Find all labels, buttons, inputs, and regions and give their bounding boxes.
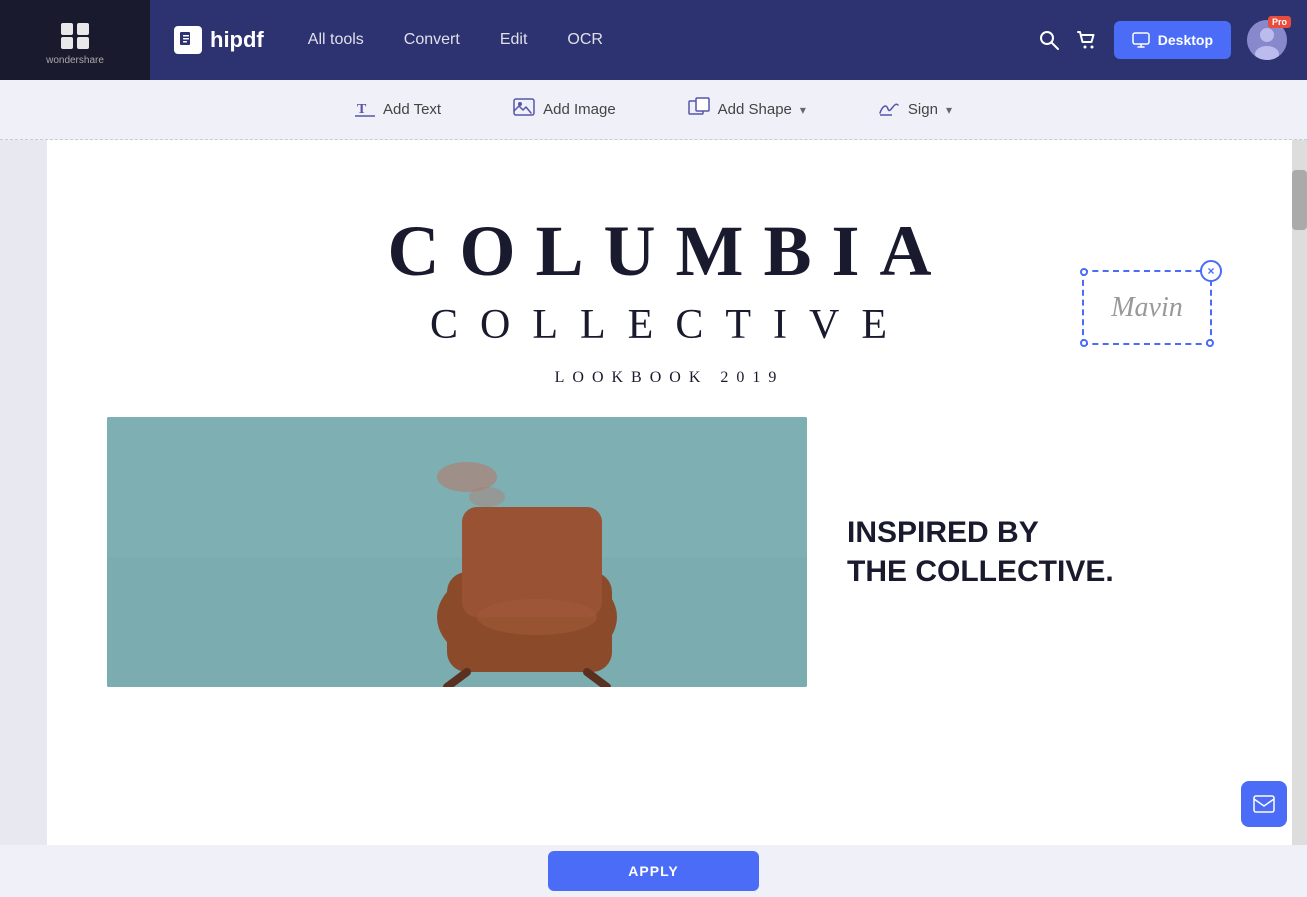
- nav-ocr[interactable]: OCR: [567, 31, 603, 49]
- svg-text:T: T: [357, 102, 367, 117]
- nav-edit[interactable]: Edit: [500, 31, 528, 49]
- cart-icon: [1076, 29, 1098, 51]
- hipdf-brand: hipdf: [150, 26, 288, 54]
- wondershare-logo[interactable]: wondershare: [0, 0, 150, 80]
- apply-button[interactable]: APPLY: [548, 851, 758, 891]
- shape-icon: [688, 97, 710, 122]
- scrollbar[interactable]: [1292, 140, 1307, 845]
- email-float-button[interactable]: [1241, 781, 1287, 827]
- email-icon: [1253, 795, 1275, 813]
- main-area: COLUMBIA COLLECTIVE LOOKBOOK 2019: [0, 140, 1307, 845]
- add-image-label: Add Image: [543, 101, 616, 118]
- desktop-label: Desktop: [1158, 32, 1213, 48]
- nav-all-tools[interactable]: All tools: [308, 31, 364, 49]
- inspired-heading: INSPIRED BY THE COLLECTIVE.: [847, 513, 1192, 591]
- pdf-content: COLUMBIA COLLECTIVE LOOKBOOK 2019: [47, 140, 1292, 727]
- scrollbar-thumb[interactable]: [1292, 170, 1307, 230]
- top-nav: wondershare hipdf All tools Convert Edit…: [0, 0, 1307, 80]
- add-image-button[interactable]: Add Image: [501, 89, 628, 130]
- hipdf-icon: [174, 26, 202, 54]
- resize-handle-tl[interactable]: [1080, 268, 1088, 276]
- add-shape-label: Add Shape: [718, 101, 792, 118]
- image-icon: [513, 97, 535, 122]
- monitor-icon: [1132, 31, 1150, 49]
- product-photo: [107, 417, 807, 687]
- desktop-button[interactable]: Desktop: [1114, 21, 1231, 59]
- signature-box[interactable]: × Mavin: [1082, 270, 1212, 345]
- sign-button[interactable]: Sign ▾: [866, 89, 964, 130]
- nav-actions: Desktop Pro: [1038, 20, 1307, 60]
- add-shape-button[interactable]: Add Shape ▾: [676, 89, 818, 130]
- pro-badge: Pro: [1268, 16, 1291, 28]
- ws-logo-icon: [57, 15, 93, 51]
- pdf-canvas: COLUMBIA COLLECTIVE LOOKBOOK 2019: [47, 140, 1292, 845]
- user-avatar-wrap[interactable]: Pro: [1247, 20, 1287, 60]
- add-shape-chevron: ▾: [800, 103, 806, 117]
- left-margin: [0, 140, 47, 845]
- resize-handle-br[interactable]: [1206, 339, 1214, 347]
- signature-text: Mavin: [1111, 292, 1183, 324]
- photo-section: INSPIRED BY THE COLLECTIVE.: [107, 417, 1232, 687]
- toolbar: T Add Text Add Image Add Shape ▾: [0, 80, 1307, 140]
- resize-handle-bl[interactable]: [1080, 339, 1088, 347]
- sign-label: Sign: [908, 101, 938, 118]
- sign-chevron: ▾: [946, 103, 952, 117]
- pdf-title-collective: COLLECTIVE: [107, 301, 1232, 349]
- search-button[interactable]: [1038, 29, 1060, 51]
- sign-icon: [878, 97, 900, 122]
- wondershare-label: wondershare: [46, 55, 104, 66]
- text-icon: T: [355, 97, 375, 122]
- main-nav: All tools Convert Edit OCR: [288, 31, 1038, 49]
- pdf-title-columbia: COLUMBIA: [107, 210, 1232, 293]
- inspired-text-section: INSPIRED BY THE COLLECTIVE.: [807, 417, 1232, 687]
- hipdf-label: hipdf: [210, 27, 264, 53]
- search-icon: [1038, 29, 1060, 51]
- add-text-label: Add Text: [383, 101, 441, 118]
- add-text-button[interactable]: T Add Text: [343, 89, 453, 130]
- pdf-lookbook: LOOKBOOK 2019: [107, 369, 1232, 387]
- chair-illustration: [107, 417, 807, 687]
- nav-convert[interactable]: Convert: [404, 31, 460, 49]
- apply-bar: APPLY: [0, 845, 1307, 897]
- signature-close-button[interactable]: ×: [1200, 260, 1222, 282]
- cart-button[interactable]: [1076, 29, 1098, 51]
